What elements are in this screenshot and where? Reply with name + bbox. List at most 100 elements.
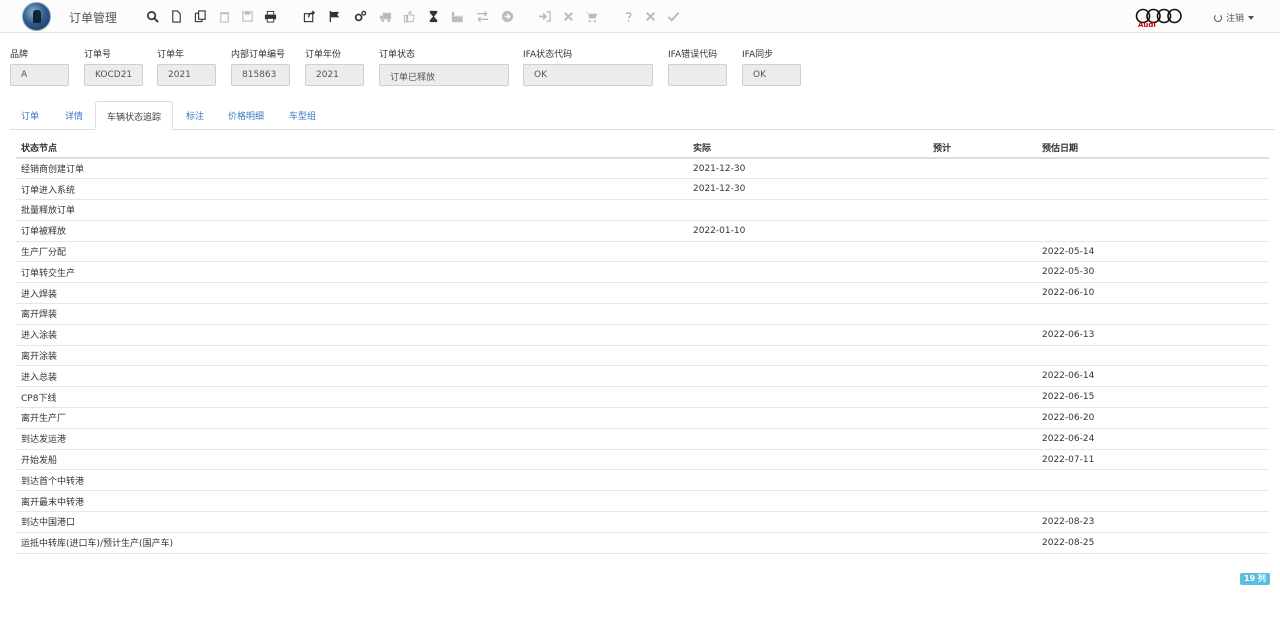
cell-estimated <box>928 407 1037 429</box>
thumbs-up-icon[interactable] <box>402 9 416 23</box>
cart-icon[interactable] <box>584 9 598 23</box>
column-header-estimated[interactable]: 预计 <box>928 137 1037 159</box>
table-row[interactable]: 到达中国港口 2022-08-23 <box>16 511 1269 533</box>
cell-estimated <box>928 303 1037 325</box>
truck-icon[interactable] <box>378 9 392 23</box>
cell-status-node: 订单进入系统 <box>16 178 688 201</box>
cell-estimated-date <box>1037 345 1269 367</box>
field-ifa-status-code: IFA状态代码 OK <box>523 47 653 86</box>
logout-label: 注销 <box>1226 14 1245 24</box>
field-order-year: 订单年 2021 <box>157 47 216 86</box>
table-row[interactable]: 运抵中转库(进口车)/预计生产(国产车) 2022-08-25 <box>16 532 1269 554</box>
arrow-circle-icon[interactable] <box>500 9 514 23</box>
cell-estimated-date: 2022-06-24 <box>1037 428 1269 450</box>
cell-estimated <box>928 511 1037 533</box>
factory-icon[interactable] <box>450 9 464 23</box>
check-icon[interactable] <box>666 9 680 23</box>
tab-model-group[interactable]: 车型组 <box>278 101 327 130</box>
cell-actual <box>688 532 928 554</box>
table-row[interactable]: 订单进入系统 2021-12-30 <box>16 178 1269 201</box>
cell-status-node: 离开生产厂 <box>16 407 688 429</box>
table-row[interactable]: 到达首个中转港 <box>16 469 1269 492</box>
cell-status-node: 订单被释放 <box>16 220 688 242</box>
table-row[interactable]: 进入总装 2022-06-14 <box>16 365 1269 388</box>
ifa-error-code-input[interactable] <box>668 64 727 86</box>
table-body: 经销商创建订单 2021-12-30 订单进入系统 2021-12-30 批量释放订单订… <box>16 158 1269 554</box>
table-row[interactable]: CP8下线 2022-06-15 <box>16 386 1269 409</box>
tab-remarks[interactable]: 标注 <box>175 101 215 130</box>
table-row[interactable]: 到达发运港 2022-06-24 <box>16 428 1269 450</box>
close-icon[interactable] <box>561 9 575 23</box>
delete-icon[interactable] <box>217 9 231 23</box>
order-status-input[interactable]: 订单已释放 <box>379 64 509 86</box>
field-order-status: 订单状态 订单已释放 <box>379 47 509 86</box>
table-row[interactable]: 离开焊装 <box>16 303 1269 325</box>
table-row[interactable]: 经销商创建订单 2021-12-30 <box>16 158 1269 180</box>
column-header-estimated-date[interactable]: 预估日期 <box>1037 137 1269 159</box>
cell-actual <box>688 490 928 513</box>
cell-actual <box>688 365 928 388</box>
copy-icon[interactable] <box>193 9 207 23</box>
table-row[interactable]: 开始发船 2022-07-11 <box>16 449 1269 471</box>
cell-status-node: 离开涂装 <box>16 345 688 367</box>
cell-estimated <box>928 469 1037 492</box>
field-label: 内部订单编号 <box>231 50 286 60</box>
cancel-icon[interactable] <box>643 9 657 23</box>
table-row[interactable]: 离开生产厂 2022-06-20 <box>16 407 1269 429</box>
sign-in-icon[interactable] <box>537 9 551 23</box>
search-icon[interactable] <box>145 9 159 23</box>
ifa-sync-input[interactable]: OK <box>742 64 801 86</box>
hourglass-icon[interactable] <box>426 9 440 23</box>
internal-order-no-input[interactable]: 815863 <box>231 64 290 86</box>
tab-bar: 订单 详情 车辆状态追踪 标注 价格明细 车型组 <box>10 101 1275 130</box>
swap-icon[interactable] <box>475 9 489 23</box>
print-icon[interactable] <box>263 9 277 23</box>
app-title: 订单管理 <box>69 11 118 25</box>
save-icon[interactable] <box>240 9 254 23</box>
cell-status-node: 订单转交生产 <box>16 261 688 284</box>
cell-estimated <box>928 178 1037 201</box>
cell-estimated <box>928 199 1037 221</box>
table-row[interactable]: 进入涂装 2022-06-13 <box>16 324 1269 346</box>
order-no-input[interactable]: KOCD21 <box>84 64 143 86</box>
settings-icon[interactable] <box>353 9 367 23</box>
cell-estimated-date: 2022-06-13 <box>1037 324 1269 346</box>
table-row[interactable]: 进入焊装 2022-06-10 <box>16 282 1269 305</box>
cell-actual <box>688 303 928 325</box>
table-row[interactable]: 离开涂装 <box>16 345 1269 367</box>
tab-order[interactable]: 订单 <box>10 101 50 130</box>
share-icon[interactable] <box>302 9 316 23</box>
tab-vehicle-status-tracking[interactable]: 车辆状态追踪 <box>95 101 174 130</box>
table-row[interactable]: 批量释放订单 <box>16 199 1269 221</box>
app-logo <box>22 2 51 31</box>
table-row[interactable]: 订单转交生产 2022-05-30 <box>16 261 1269 284</box>
flag-icon[interactable] <box>327 9 341 23</box>
help-icon[interactable] <box>621 9 635 23</box>
cell-estimated <box>928 345 1037 367</box>
field-label: IFA状态代码 <box>523 50 573 60</box>
cell-actual <box>688 282 928 305</box>
logout-button[interactable]: 注销 <box>1214 11 1255 24</box>
tab-price-details[interactable]: 价格明细 <box>217 101 275 130</box>
field-ifa-error-code: IFA错误代码 <box>668 47 727 86</box>
order-year-2-input[interactable]: 2021 <box>305 64 364 86</box>
column-header-status-node[interactable]: 状态节点 <box>16 137 688 159</box>
cell-estimated <box>928 282 1037 305</box>
cell-actual <box>688 428 928 450</box>
cell-status-node: 进入涂装 <box>16 324 688 346</box>
cell-estimated <box>928 241 1037 263</box>
new-file-icon[interactable] <box>169 9 183 23</box>
table-row[interactable]: 生产厂分配 2022-05-14 <box>16 241 1269 263</box>
table-row[interactable]: 订单被释放 2022-01-10 <box>16 220 1269 242</box>
order-year-input[interactable]: 2021 <box>157 64 216 86</box>
cell-estimated-date: 2022-06-14 <box>1037 365 1269 388</box>
cell-estimated-date: 2022-08-23 <box>1037 511 1269 533</box>
column-header-actual[interactable]: 实际 <box>688 137 928 159</box>
brand-input[interactable]: A <box>10 64 69 86</box>
cell-actual <box>688 345 928 367</box>
table-row[interactable]: 离开最末中转港 <box>16 490 1269 513</box>
field-brand: 品牌 A <box>10 47 69 86</box>
ifa-status-code-input[interactable]: OK <box>523 64 653 86</box>
tab-details[interactable]: 详情 <box>54 101 94 130</box>
cell-status-node: 离开焊装 <box>16 303 688 325</box>
